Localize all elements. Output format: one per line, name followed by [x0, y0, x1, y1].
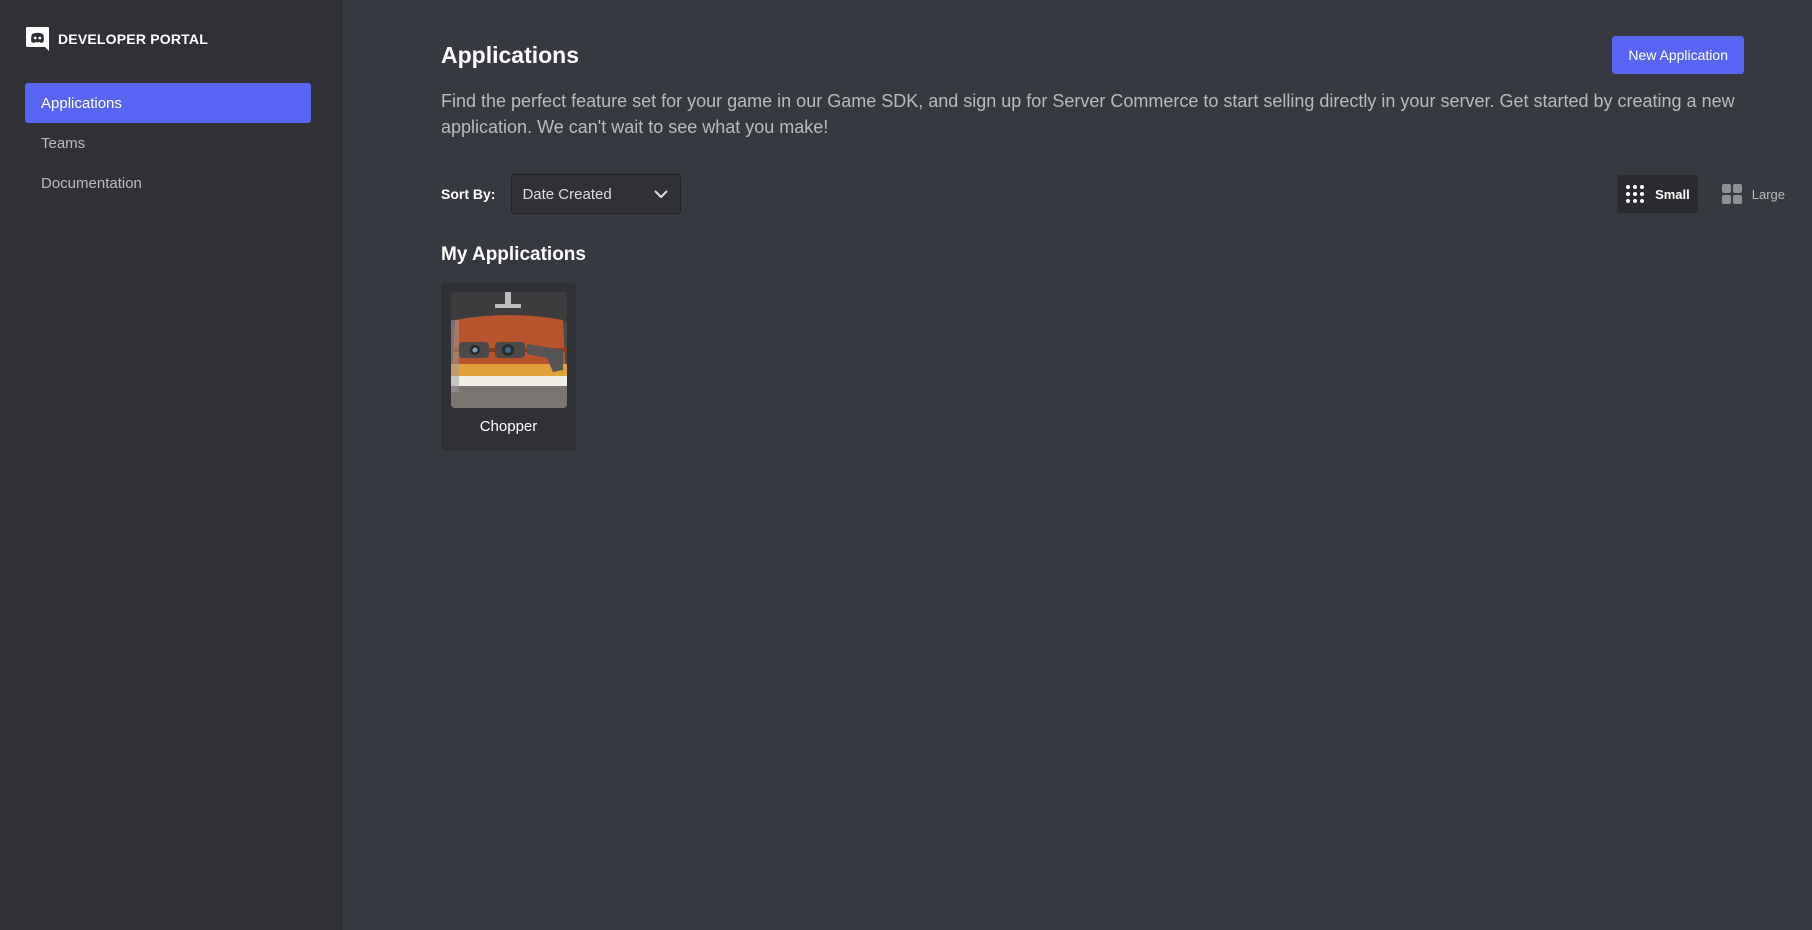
sort-control: Sort By: Date Created — [441, 174, 682, 214]
view-small-button[interactable]: Small — [1617, 175, 1698, 213]
section-title: My Applications — [441, 244, 586, 265]
sidebar-item-applications[interactable]: Applications — [25, 83, 311, 123]
applications-grid: Chopper — [441, 283, 1812, 451]
page-title: Applications — [441, 41, 580, 68]
view-size-toggle: Small Large — [1617, 175, 1793, 213]
view-large-label: Large — [1751, 186, 1785, 202]
view-small-label: Small — [1655, 186, 1690, 202]
app-root: DEVELOPER PORTAL Applications Teams Docu… — [0, 0, 1812, 930]
app-name: Chopper — [479, 418, 538, 435]
sidebar-nav: Applications Teams Documentation — [25, 83, 318, 203]
chevron-down-icon — [654, 190, 668, 198]
large-grid-icon — [1721, 184, 1742, 204]
sort-label: Sort By: — [441, 186, 496, 202]
sort-selected-value: Date Created — [522, 185, 612, 203]
small-grid-icon — [1626, 185, 1645, 203]
brand[interactable]: DEVELOPER PORTAL — [25, 25, 318, 53]
app-card[interactable]: Chopper — [441, 283, 576, 451]
sort-select[interactable]: Date Created — [511, 174, 682, 214]
header-row: Applications New Application — [441, 36, 1744, 74]
main-content: Applications New Application Find the pe… — [343, 0, 1812, 930]
brand-title: DEVELOPER PORTAL — [58, 31, 208, 47]
app-avatar-image — [450, 292, 567, 408]
view-large-button[interactable]: Large — [1714, 175, 1793, 213]
page-description: Find the perfect feature set for your ga… — [441, 91, 1735, 137]
sidebar: DEVELOPER PORTAL Applications Teams Docu… — [0, 0, 343, 930]
new-application-button[interactable]: New Application — [1612, 36, 1744, 74]
discord-logo-icon — [26, 27, 49, 51]
sidebar-item-teams[interactable]: Teams — [25, 123, 311, 163]
toolbar-row: Sort By: Date Created Small Large — [441, 174, 1793, 214]
sidebar-item-documentation[interactable]: Documentation — [25, 163, 311, 203]
